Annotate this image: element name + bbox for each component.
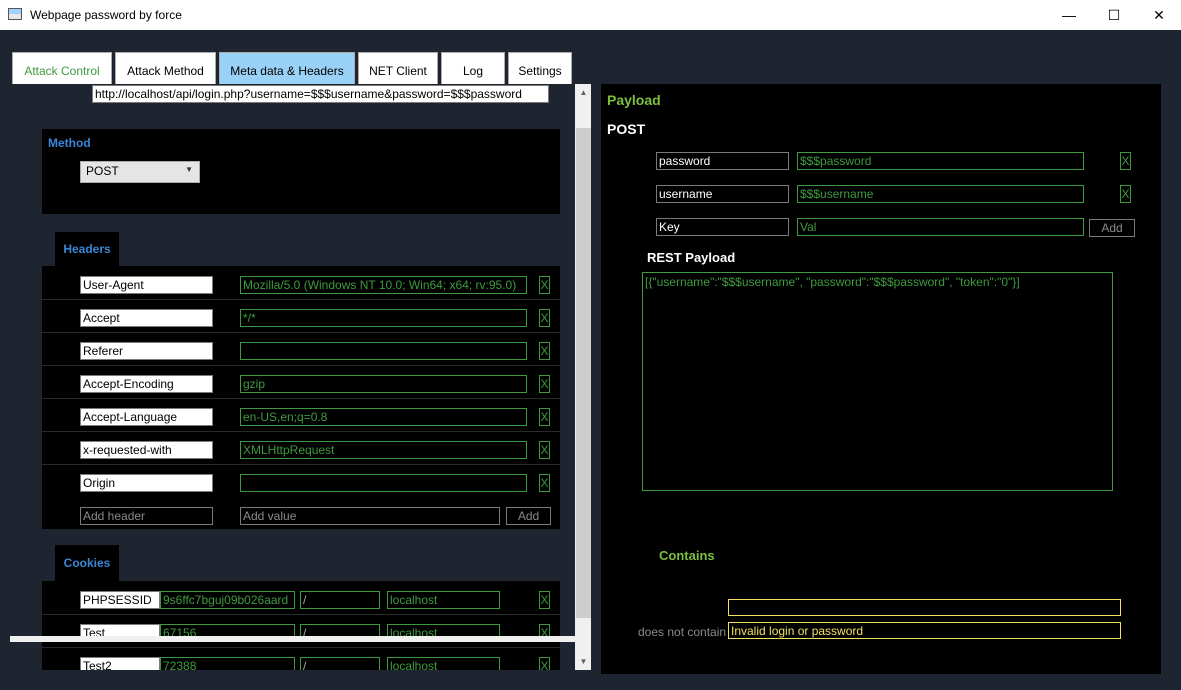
- payload-value[interactable]: $$$username: [797, 185, 1084, 203]
- remove-header-button[interactable]: X: [539, 408, 550, 426]
- add-header-value-input[interactable]: Add value: [240, 507, 500, 525]
- payload-value[interactable]: $$$password: [797, 152, 1084, 170]
- header-value[interactable]: [240, 474, 527, 492]
- add-payload-button[interactable]: Add: [1089, 219, 1135, 237]
- cookies-tab-header: Cookies: [55, 545, 119, 581]
- header-key[interactable]: x-requested-with: [80, 441, 213, 459]
- rest-payload-textarea[interactable]: [{"username":"$$$username", "password":"…: [642, 272, 1113, 491]
- row-divider: [42, 647, 560, 648]
- new-payload-value-input[interactable]: Val: [797, 218, 1084, 236]
- app-icon: [8, 8, 22, 20]
- new-payload-key-input[interactable]: Key: [656, 218, 789, 236]
- cookie-value[interactable]: 72388: [160, 657, 295, 670]
- cookie-path[interactable]: /: [300, 591, 380, 609]
- remove-header-button[interactable]: X: [539, 441, 550, 459]
- cookie-value[interactable]: 9s6ffc7bguj09b026aard: [160, 591, 295, 609]
- tab-strip: Attack Control Attack Method Meta data &…: [10, 40, 1172, 89]
- header-key[interactable]: Accept: [80, 309, 213, 327]
- row-divider: [42, 299, 560, 300]
- payload-pane: Payload POST password $$$password X user…: [601, 84, 1161, 674]
- remove-payload-button[interactable]: X: [1120, 185, 1131, 203]
- headers-panel: User-Agent Mozilla/5.0 (Windows NT 10.0;…: [42, 266, 560, 529]
- method-panel: Method POST ▼: [42, 129, 560, 214]
- remove-cookie-button[interactable]: X: [539, 591, 550, 609]
- title-bar: Webpage password by force — ☐ ✕: [0, 0, 1181, 30]
- headers-title: Headers: [63, 242, 111, 256]
- header-key[interactable]: User-Agent: [80, 276, 213, 294]
- chevron-down-icon: ▼: [185, 165, 193, 174]
- header-value[interactable]: gzip: [240, 375, 527, 393]
- method-label: Method: [48, 136, 91, 150]
- remove-header-button[interactable]: X: [539, 375, 550, 393]
- header-value[interactable]: XMLHttpRequest: [240, 441, 527, 459]
- cookie-domain[interactable]: localhost: [387, 591, 500, 609]
- cookie-name[interactable]: PHPSESSID: [80, 591, 160, 609]
- cookies-title: Cookies: [63, 556, 111, 570]
- headers-tab-header: Headers: [55, 232, 119, 266]
- rest-payload-title: REST Payload: [647, 250, 736, 265]
- minimize-button[interactable]: —: [1046, 0, 1092, 30]
- contains-title: Contains: [659, 548, 715, 563]
- row-divider: [42, 614, 560, 615]
- scroll-up-icon[interactable]: ▲: [575, 84, 591, 101]
- vertical-scrollbar[interactable]: ▲ ▼: [575, 84, 591, 670]
- row-divider: [42, 464, 560, 465]
- header-value[interactable]: */*: [240, 309, 527, 327]
- header-key[interactable]: Accept-Encoding: [80, 375, 213, 393]
- maximize-button[interactable]: ☐: [1091, 0, 1137, 30]
- payload-key[interactable]: password: [656, 152, 789, 170]
- app-window: Webpage password by force — ☐ ✕ Attack C…: [0, 0, 1181, 690]
- add-header-key-input[interactable]: Add header: [80, 507, 213, 525]
- row-divider: [42, 332, 560, 333]
- left-scroll-pane: http://localhost/api/login.php?username=…: [10, 84, 591, 670]
- header-key[interactable]: Origin: [80, 474, 213, 492]
- scroll-thumb[interactable]: [576, 128, 591, 618]
- cookie-name[interactable]: Test2: [80, 657, 160, 670]
- not-contains-label: does not contain: [638, 625, 727, 639]
- remove-header-button[interactable]: X: [539, 309, 550, 327]
- remove-header-button[interactable]: X: [539, 474, 550, 492]
- row-divider: [42, 398, 560, 399]
- payload-title: Payload: [607, 92, 661, 108]
- url-input[interactable]: http://localhost/api/login.php?username=…: [92, 85, 549, 103]
- remove-payload-button[interactable]: X: [1120, 152, 1131, 170]
- header-value[interactable]: [240, 342, 527, 360]
- row-divider: [42, 365, 560, 366]
- add-header-button[interactable]: Add: [506, 507, 551, 525]
- header-value[interactable]: Mozilla/5.0 (Windows NT 10.0; Win64; x64…: [240, 276, 527, 294]
- row-divider: [42, 431, 560, 432]
- contains-input[interactable]: [728, 599, 1121, 616]
- horizontal-scrollbar[interactable]: [10, 636, 582, 642]
- payload-method: POST: [607, 121, 646, 137]
- window-title: Webpage password by force: [30, 8, 182, 22]
- method-select-value: POST: [86, 164, 119, 178]
- not-contains-input[interactable]: Invalid login or password: [728, 622, 1121, 639]
- remove-header-button[interactable]: X: [539, 342, 550, 360]
- remove-cookie-button[interactable]: X: [539, 657, 550, 670]
- header-key[interactable]: Accept-Language: [80, 408, 213, 426]
- scroll-down-icon[interactable]: ▼: [575, 653, 591, 670]
- payload-key[interactable]: username: [656, 185, 789, 203]
- remove-header-button[interactable]: X: [539, 276, 550, 294]
- close-button[interactable]: ✕: [1136, 0, 1181, 30]
- cookie-path[interactable]: /: [300, 657, 380, 670]
- cookies-panel: PHPSESSID 9s6ffc7bguj09b026aard / localh…: [42, 581, 560, 670]
- cookie-domain[interactable]: localhost: [387, 657, 500, 670]
- method-select[interactable]: POST ▼: [80, 161, 200, 183]
- header-value[interactable]: en-US,en;q=0.8: [240, 408, 527, 426]
- header-key[interactable]: Referer: [80, 342, 213, 360]
